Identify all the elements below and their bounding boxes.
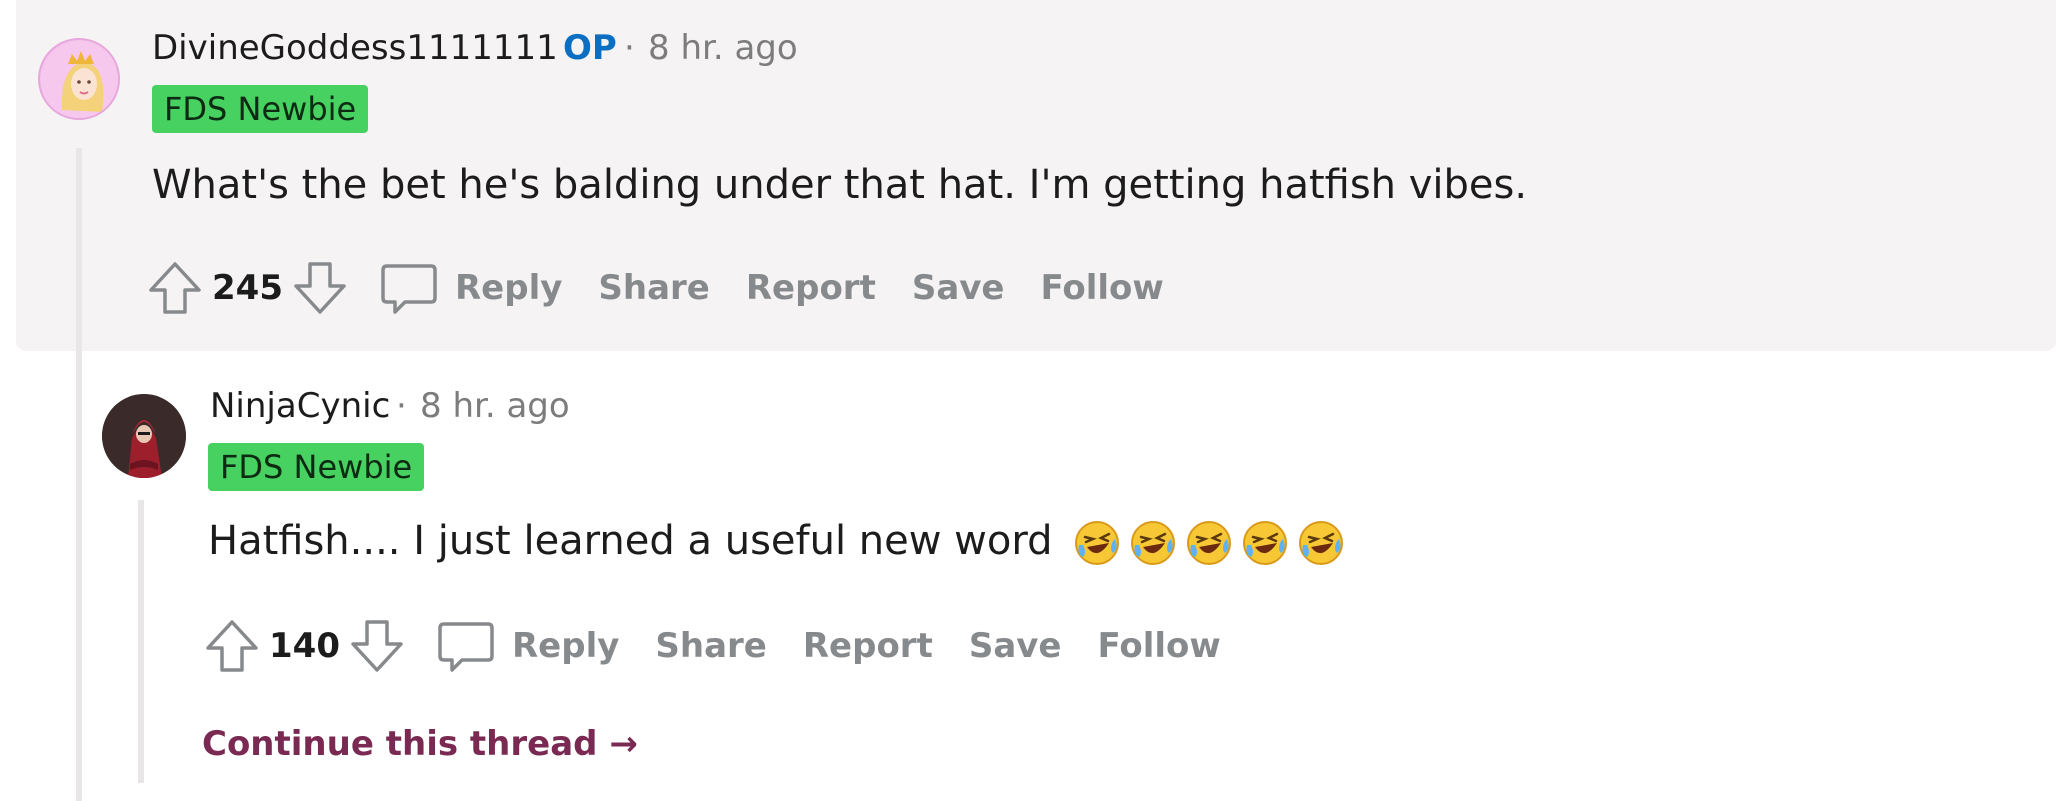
comment-timestamp[interactable]: 8 hr. ago <box>648 28 798 68</box>
comment-username[interactable]: DivineGoddess1111111 <box>152 28 558 68</box>
continue-thread-link[interactable]: Continue this thread → <box>202 724 638 764</box>
vote-count: 140 <box>269 626 340 666</box>
op-badge: OP <box>563 28 617 68</box>
report-button[interactable]: Report <box>803 626 933 666</box>
avatar[interactable] <box>38 38 120 120</box>
comment-body: What's the bet he's balding under that h… <box>152 162 1528 208</box>
share-button[interactable]: Share <box>655 626 766 666</box>
comment-username[interactable]: NinjaCynic <box>210 386 390 426</box>
continue-thread-label: Continue this thread <box>202 724 598 764</box>
upvote-icon[interactable] <box>203 617 261 675</box>
rofl-emoji <box>1243 521 1288 565</box>
comment-body: Hatfish.... I just learned a useful new … <box>208 518 1053 564</box>
comment-actions: 140 Reply Share Report Save Follow <box>203 616 1257 676</box>
report-button[interactable]: Report <box>746 268 876 308</box>
follow-button[interactable]: Follow <box>1040 268 1163 308</box>
reply-button[interactable]: Reply <box>512 626 619 666</box>
user-flair: FDS Newbie <box>208 443 425 491</box>
upvote-icon[interactable] <box>146 259 204 317</box>
rofl-emoji <box>1187 521 1232 565</box>
share-button[interactable]: Share <box>598 268 709 308</box>
comment-body-container: Hatfish.... I just learned a useful new … <box>208 518 1345 567</box>
separator-dot: · <box>624 28 635 68</box>
thread-line[interactable] <box>138 500 144 783</box>
user-flair: FDS Newbie <box>152 85 369 133</box>
rofl-emoji <box>1075 521 1120 565</box>
arrow-right-icon: → <box>609 724 638 764</box>
rofl-emoji <box>1299 521 1344 565</box>
save-button[interactable]: Save <box>912 268 1005 308</box>
downvote-icon[interactable] <box>348 617 406 675</box>
comment-bubble-icon[interactable] <box>379 258 439 318</box>
follow-button[interactable]: Follow <box>1097 626 1220 666</box>
ninja-avatar-icon <box>102 394 186 478</box>
emoji-row <box>1065 518 1345 565</box>
separator-dot: · <box>396 386 407 426</box>
downvote-icon[interactable] <box>291 259 349 317</box>
vote-count: 245 <box>212 268 283 308</box>
comment-timestamp[interactable]: 8 hr. ago <box>420 386 570 426</box>
rofl-emoji <box>1131 521 1176 565</box>
avatar[interactable] <box>102 394 186 478</box>
comment-actions: 245 Reply Share Report Save Follow <box>146 258 1200 318</box>
reply-button[interactable]: Reply <box>455 268 562 308</box>
comment-bubble-icon[interactable] <box>436 616 496 676</box>
thread-line[interactable] <box>76 148 82 801</box>
save-button[interactable]: Save <box>969 626 1062 666</box>
